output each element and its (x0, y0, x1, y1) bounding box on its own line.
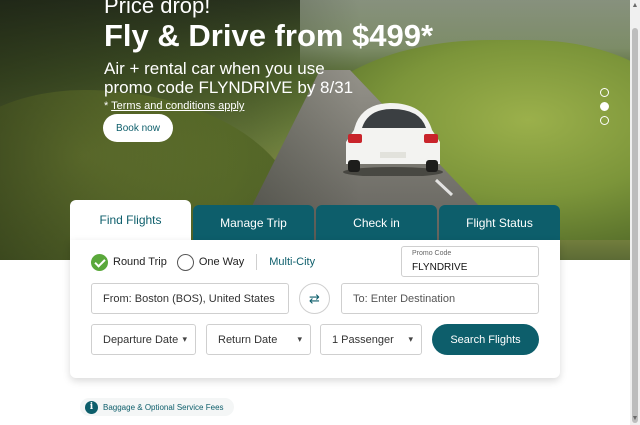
search-flights-button[interactable]: Search Flights (432, 324, 539, 355)
from-value: Boston (BOS), United States (134, 292, 275, 305)
radio-empty-icon (176, 253, 194, 271)
tab-find-flights[interactable]: Find Flights (70, 200, 191, 240)
departure-date-select[interactable]: Departure Date ▾ (91, 324, 196, 355)
tab-manage-trip[interactable]: Manage Trip (193, 205, 314, 240)
baggage-fees-label: Baggage & Optional Service Fees (103, 402, 224, 412)
departure-date-label: Departure Date (103, 333, 179, 346)
carousel-dot-3[interactable] (600, 116, 609, 125)
from-label: From: (103, 292, 132, 305)
carousel-dots (600, 88, 609, 125)
promo-code-label: Promo Code (412, 250, 452, 257)
baggage-fees-link[interactable]: i Baggage & Optional Service Fees (80, 398, 234, 416)
round-trip-radio[interactable]: Round Trip (91, 253, 167, 271)
hero-headline: Fly & Drive from $499* (104, 18, 434, 53)
to-field[interactable]: To: Enter Destination (341, 283, 539, 314)
tab-check-in[interactable]: Check in (316, 205, 437, 240)
round-trip-label: Round Trip (113, 256, 167, 268)
hero-text-block: Price drop! Fly & Drive from $499* Air +… (104, 0, 433, 112)
promo-code-field[interactable]: Promo Code (401, 246, 539, 277)
carousel-dot-1[interactable] (600, 88, 609, 97)
scroll-up-arrow-icon[interactable]: ▲ (631, 2, 639, 10)
chevron-down-icon: ▾ (297, 334, 302, 344)
hero-kicker: Price drop! (104, 0, 211, 18)
terms-line: * Terms and conditions apply (104, 100, 433, 112)
scrollbar[interactable]: ▲ ▼ (630, 0, 640, 425)
terms-link[interactable]: Terms and conditions apply (111, 100, 244, 112)
swap-arrows-icon[interactable]: ⇄ (299, 283, 330, 314)
info-icon: i (85, 400, 98, 414)
passenger-select[interactable]: 1 Passenger ▾ (320, 324, 422, 355)
chevron-down-icon: ▾ (408, 334, 413, 344)
scroll-down-arrow-icon[interactable]: ▼ (631, 415, 639, 423)
carousel-dot-2[interactable] (600, 102, 609, 111)
booking-widget: Find Flights Manage Trip Check in Flight… (70, 200, 560, 378)
find-flights-panel: Round Trip One Way Multi-City Promo Code… (70, 240, 560, 378)
book-now-button[interactable]: Book now (103, 114, 173, 142)
passenger-label: 1 Passenger (332, 333, 394, 346)
one-way-label: One Way (198, 256, 245, 268)
scroll-thumb[interactable] (632, 28, 638, 423)
chevron-down-icon: ▾ (182, 334, 187, 344)
from-field[interactable]: From: Boston (BOS), United States (91, 283, 289, 314)
promo-code-input[interactable] (412, 262, 532, 273)
tab-flight-status[interactable]: Flight Status (439, 205, 560, 240)
trip-type-row: Round Trip One Way Multi-City (91, 253, 315, 271)
return-date-label: Return Date (218, 333, 278, 346)
hero-subline: Air + rental car when you use promo code… (104, 59, 354, 97)
checkmark-icon (91, 253, 108, 271)
return-date-select[interactable]: Return Date ▾ (206, 324, 311, 355)
booking-tabs: Find Flights Manage Trip Check in Flight… (70, 200, 560, 240)
one-way-radio[interactable]: One Way (176, 253, 245, 271)
multi-city-link[interactable]: Multi-City (269, 256, 315, 268)
trip-divider (256, 254, 258, 270)
